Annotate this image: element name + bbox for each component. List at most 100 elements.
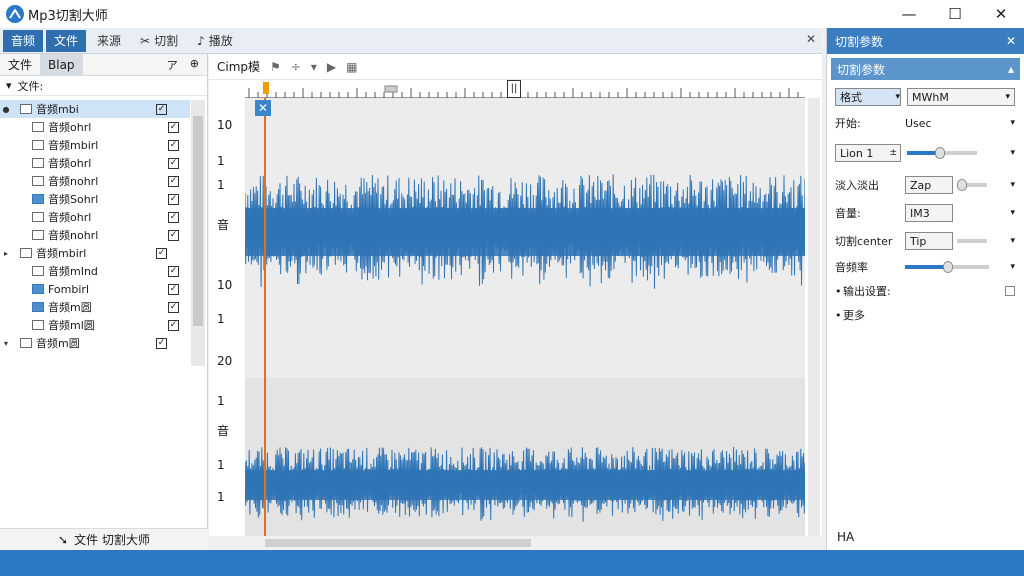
output-settings-checkbox[interactable] (1005, 286, 1015, 296)
list-item[interactable]: 音频ml圆 ✓ (0, 316, 190, 334)
list-item[interactable]: 音频nohrl ✓ (0, 172, 190, 190)
file-checkbox[interactable]: ✓ (168, 139, 179, 151)
list-item[interactable]: 音频ohrl ✓ (0, 208, 190, 226)
sample-rate-slider[interactable] (905, 261, 989, 273)
volume-label: 音量: (835, 207, 861, 220)
horizontal-scrollbar-thumb[interactable] (265, 539, 531, 547)
file-checkbox[interactable]: ✓ (156, 247, 167, 259)
list-item[interactable]: ▾ 音频m圆 ✓ (0, 334, 190, 352)
filter-icon[interactable]: ア (167, 57, 178, 73)
start-label: 开始: (835, 117, 861, 130)
list-item[interactable]: ▸ 音频mbirl ✓ (0, 244, 190, 262)
file-checkbox[interactable]: ✓ (168, 301, 179, 313)
list-item[interactable]: 音频ohrl ✓ (0, 154, 190, 172)
y-tick-label: 1 (217, 458, 225, 472)
file-checkbox[interactable]: ✓ (156, 103, 167, 115)
grid-icon[interactable]: ▦ (346, 60, 357, 74)
start-dropdown-icon[interactable]: ▾ (1010, 118, 1015, 128)
expand-icon[interactable]: ▾ (6, 79, 12, 92)
fade-slider[interactable] (957, 179, 987, 191)
format-row: 格式 ▾ MWhM ▾ (835, 86, 1015, 108)
file-label: 音频mbi (36, 103, 79, 116)
file-checkbox[interactable]: ✓ (168, 229, 179, 241)
file-label: 音频nohrl (48, 229, 99, 242)
start-value[interactable]: Usec (905, 117, 932, 130)
list-item[interactable]: 音频nohrl ✓ (0, 226, 190, 244)
volume-dropdown-icon[interactable]: ▾ (1010, 208, 1015, 218)
more-label[interactable]: 更多 (843, 307, 865, 323)
folder-icon (20, 248, 32, 258)
app-title: Mp3切割大师 (28, 8, 108, 24)
position-dropdown-icon[interactable]: ▾ (1010, 148, 1015, 158)
marker-icon[interactable]: ⚑ (270, 60, 281, 74)
selection-start-marker[interactable]: ✕ (255, 100, 271, 116)
close-button[interactable]: ✕ (978, 0, 1024, 28)
file-checkbox[interactable]: ✓ (156, 337, 167, 349)
maximize-button[interactable]: ☐ (932, 0, 978, 28)
toolbar-audio-button[interactable]: 音频 (3, 29, 44, 52)
list-item[interactable]: 音频mInd ✓ (0, 262, 190, 280)
timeline-ruler[interactable]: || (245, 80, 805, 98)
cut-center-dropdown-icon[interactable]: ▾ (1010, 236, 1015, 246)
toolbar-audio-label: 音频 (11, 34, 36, 48)
list-item[interactable]: 音频Sohrl ✓ (0, 190, 190, 208)
toolbar-file-button[interactable]: 文件 (46, 29, 87, 52)
ruler-handle[interactable]: || (507, 80, 521, 98)
list-item[interactable]: Fombirl ✓ (0, 280, 190, 298)
waveform-horizontal-scrollbar[interactable] (209, 536, 822, 550)
scrollbar-thumb[interactable] (193, 116, 203, 326)
file-checkbox[interactable]: ✓ (168, 157, 179, 169)
cut-center-slider[interactable] (957, 239, 987, 243)
expand-icon[interactable]: ▾ (0, 339, 12, 348)
close-icon[interactable]: ✕ (1006, 34, 1016, 48)
file-checkbox[interactable]: ✓ (168, 319, 179, 331)
file-checkbox[interactable]: ✓ (168, 265, 179, 277)
list-item[interactable]: ● 音频mbi ✓ (0, 100, 190, 118)
file-list-scrollbar[interactable] (191, 100, 205, 366)
waveform-vertical-scrollbar[interactable] (808, 98, 820, 538)
dropdown-icon[interactable]: ▾ (311, 60, 317, 74)
format-value-select[interactable]: MWhM ▾ (907, 88, 1015, 106)
folder-icon (32, 230, 44, 240)
file-label: Fombirl (48, 282, 89, 296)
file-label: 音频mInd (48, 265, 98, 278)
fade-row: 淡入淡出 Zap ▾ (835, 174, 1015, 196)
expand-icon[interactable]: ▸ (0, 249, 12, 258)
fade-dropdown-icon[interactable]: ▾ (1010, 180, 1015, 190)
play-icon: ♪ (197, 33, 205, 48)
list-item[interactable]: 音频ohrl ✓ (0, 118, 190, 136)
toolbar-source-button[interactable]: 来源 (89, 30, 129, 52)
split-icon[interactable]: ÷ (291, 60, 301, 74)
file-checkbox[interactable]: ✓ (168, 175, 179, 187)
list-item[interactable]: 音频m圆 ✓ (0, 298, 190, 316)
expand-icon[interactable]: ● (0, 105, 12, 114)
folder-icon (32, 122, 44, 132)
cut-center-input[interactable]: Tip (905, 232, 953, 250)
folder-icon (32, 302, 44, 312)
position-stepper[interactable]: Lion 1 ± (835, 144, 901, 162)
sample-rate-dropdown-icon[interactable]: ▾ (1010, 262, 1015, 272)
file-checkbox[interactable]: ✓ (168, 121, 179, 133)
start-row: 开始: Usec ▾ (835, 112, 1015, 134)
position-slider[interactable] (907, 147, 977, 159)
fade-input[interactable]: Zap (905, 176, 953, 194)
file-checkbox[interactable]: ✓ (168, 211, 179, 223)
volume-input[interactable]: IM3 (905, 204, 953, 222)
toolbar-close-icon[interactable]: ✕ (806, 32, 816, 46)
file-list-header-label: 文件: (17, 79, 44, 93)
waveform-area[interactable]: ✕ (244, 98, 807, 538)
tab-files[interactable]: 文件 (0, 54, 40, 76)
toolbar-play-button[interactable]: ♪ 播放 (189, 30, 241, 52)
position-row: Lion 1 ± ▾ (835, 142, 1015, 164)
cut-settings-title: 切割参数 (835, 34, 884, 49)
cut-params-section-header[interactable]: 切割参数 ▴ (831, 58, 1020, 80)
list-item[interactable]: 音频mbirl ✓ (0, 136, 190, 154)
toolbar-cut-button[interactable]: ✂ 切割 (132, 30, 186, 52)
minimize-button[interactable]: — (886, 0, 932, 28)
tab-blap[interactable]: Blap (40, 53, 83, 76)
flag-icon[interactable]: ▶ (327, 60, 336, 74)
file-checkbox[interactable]: ✓ (168, 193, 179, 205)
pin-icon[interactable]: ⊕ (190, 57, 199, 73)
file-checkbox[interactable]: ✓ (168, 283, 179, 295)
format-select[interactable]: 格式 ▾ (835, 88, 901, 106)
